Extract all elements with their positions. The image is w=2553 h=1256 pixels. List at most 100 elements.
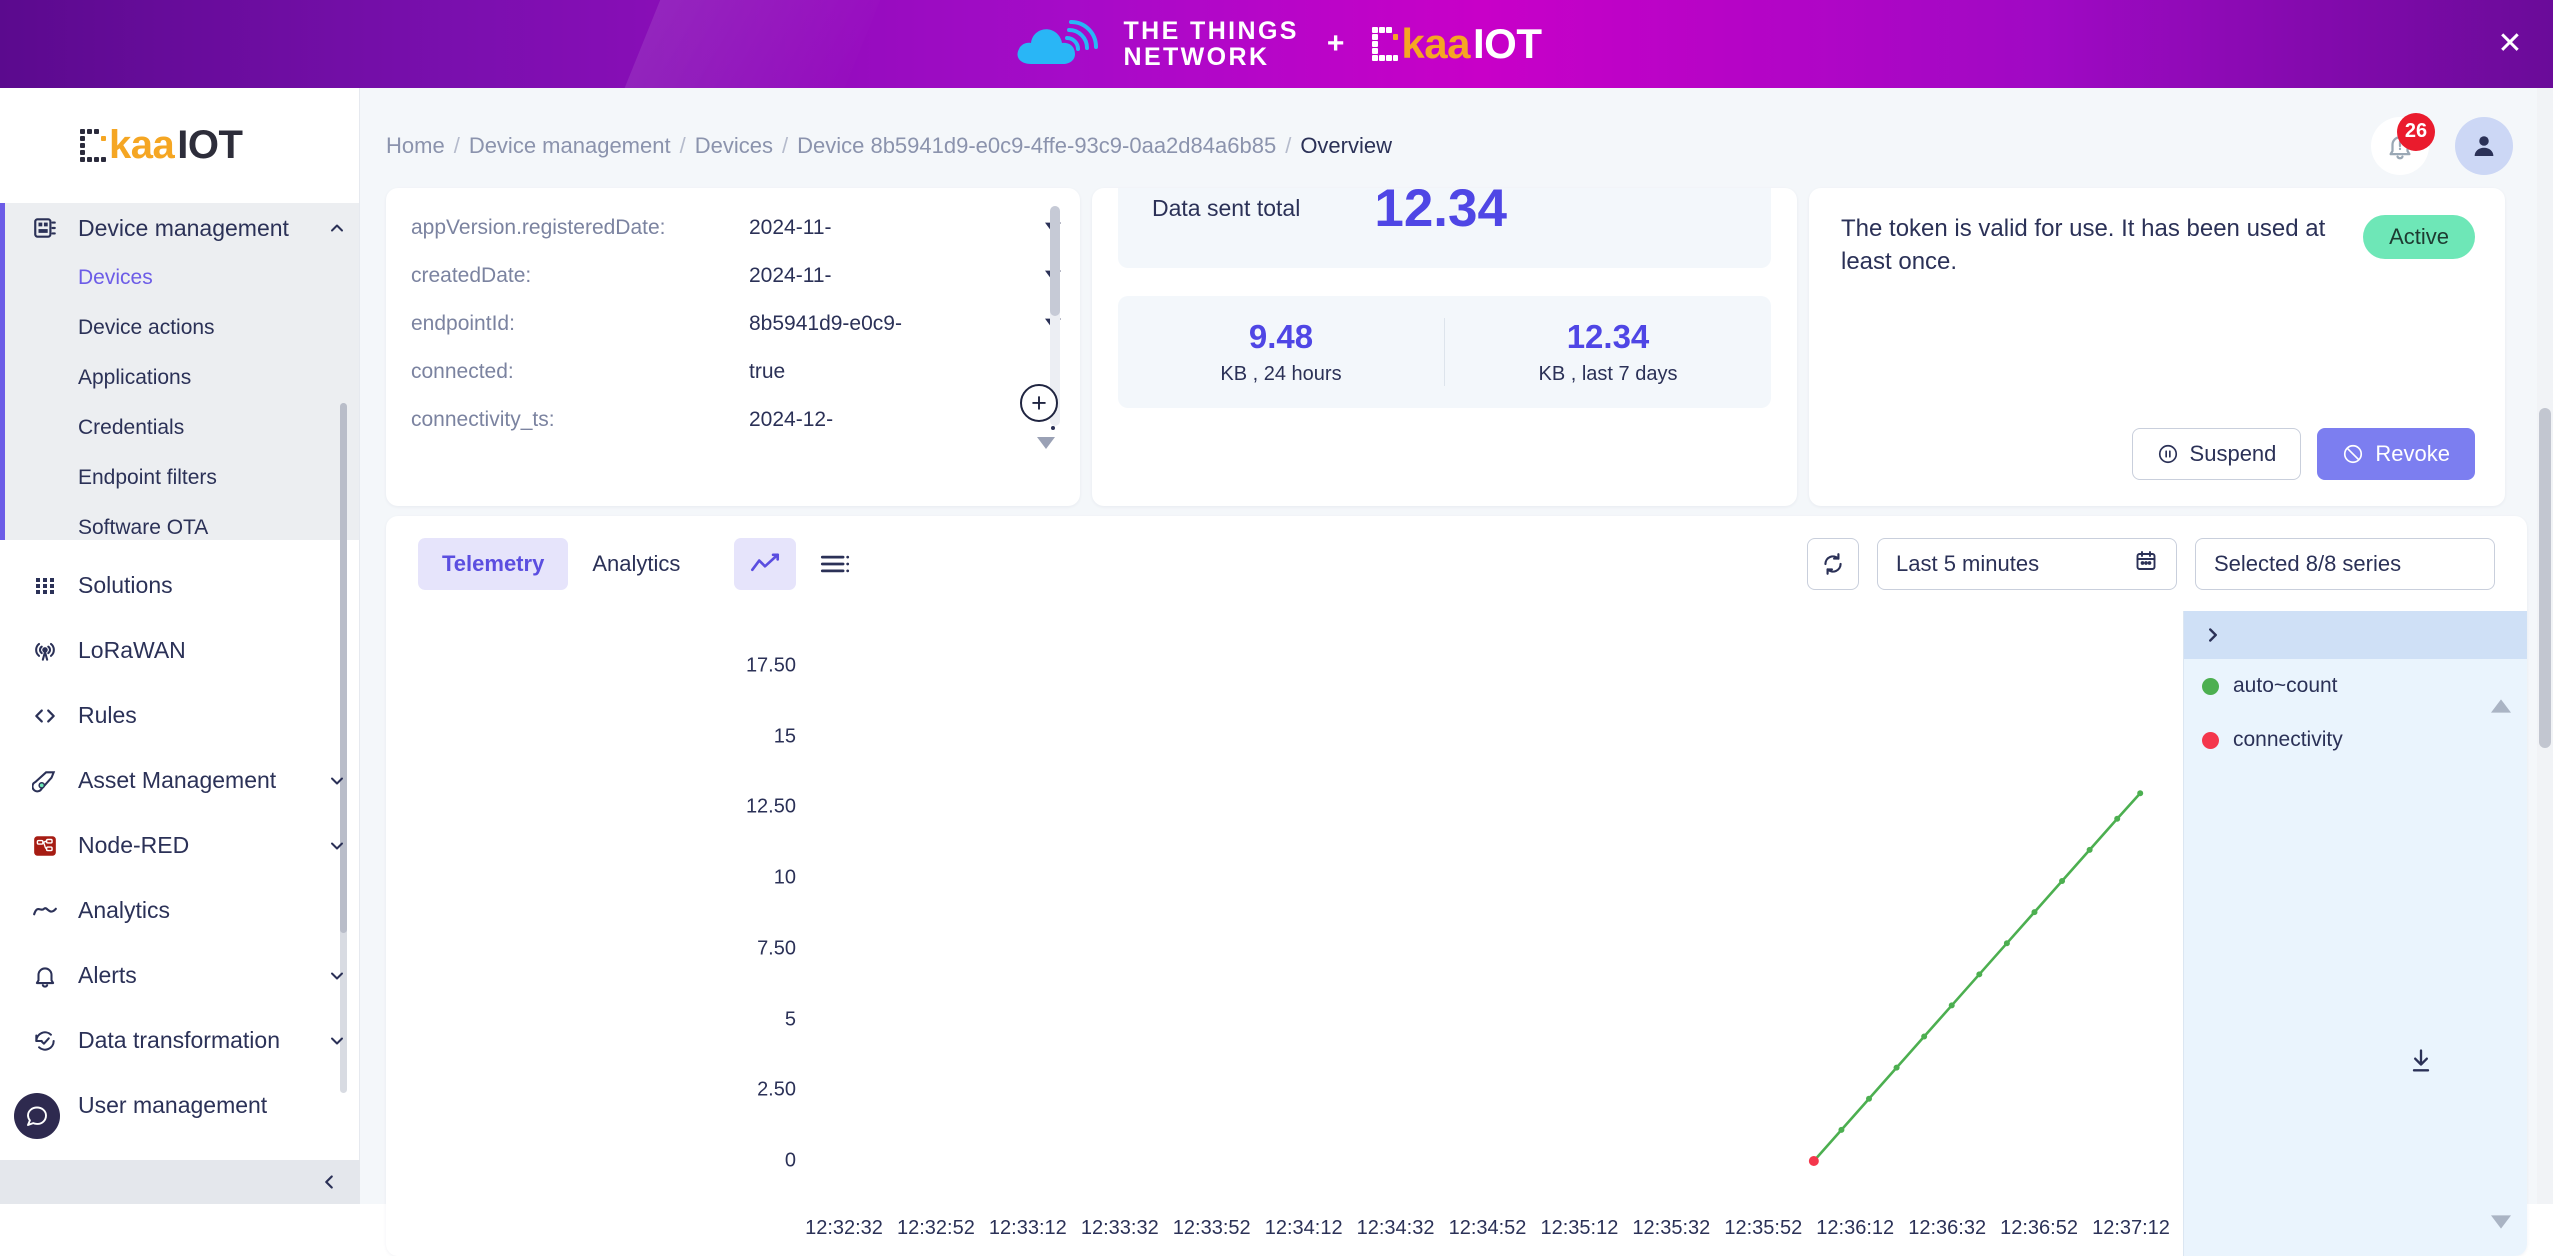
legend-item-auto-count[interactable]: auto~count (2184, 659, 2527, 713)
status-badge: Active (2363, 215, 2475, 259)
chart-data-point[interactable] (1976, 971, 1983, 978)
account-button[interactable] (2455, 116, 2513, 175)
sidebar-item-node-red[interactable]: Node-RED (0, 813, 359, 878)
sidebar-item-endpoint-filters[interactable]: Endpoint filters (0, 453, 359, 503)
caret-down-icon[interactable] (2491, 1215, 2511, 1234)
breadcrumb-device-management[interactable]: Device management (469, 133, 671, 159)
data-transform-icon (22, 1028, 68, 1054)
breadcrumb-device-id[interactable]: Device 8b5941d9-e0c9-4ffe-93c9-0aa2d84a6… (797, 133, 1276, 159)
chart-data-point[interactable] (1808, 1156, 1819, 1166)
breadcrumb-overview: Overview (1300, 132, 1392, 158)
chart-data-point[interactable] (1893, 1064, 1900, 1071)
chart-data-point[interactable] (2086, 846, 2093, 853)
chart-data-point[interactable] (1866, 1095, 1873, 1102)
page-scrollbar-thumb[interactable] (2539, 408, 2551, 748)
revoke-button[interactable]: Revoke (2317, 428, 2475, 480)
ttn-wordmark: THE THINGS NETWORK (1123, 18, 1298, 70)
sidebar-item-label: Data transformation (78, 1027, 280, 1053)
attribute-row[interactable]: createdDate: 2024-11- (386, 252, 1080, 300)
view-toggle-group (734, 537, 866, 590)
token-actions: Suspend Revoke (2131, 428, 2475, 480)
refresh-button[interactable] (1807, 537, 1859, 590)
chart-data-point[interactable] (1948, 1002, 1955, 1009)
caret-up-icon[interactable] (2491, 699, 2511, 718)
banner-iot-word: IOT (1473, 20, 1542, 67)
sidebar-item-lorawan[interactable]: LoRaWAN (0, 618, 359, 683)
data-stat-value: 12.34 (1566, 318, 1650, 355)
sidebar: kaa IOT Device management Devices Device… (0, 88, 360, 1204)
close-icon[interactable]: ✕ (2493, 27, 2527, 61)
sidebar-item-label: Device management (78, 214, 289, 241)
sidebar-subitem-label: Credentials (78, 416, 185, 439)
attribute-row[interactable]: connectivity_ts: 2024-12- (386, 396, 1080, 444)
attribute-row[interactable]: endpointId: 8b5941d9-e0c9- (386, 300, 1080, 348)
attribute-row[interactable]: connected: true (386, 348, 1080, 396)
chart-data-point[interactable] (2114, 815, 2121, 822)
plus-circle-icon[interactable]: + (1020, 384, 1058, 422)
breadcrumb-separator: / (781, 132, 789, 158)
chart-data-point[interactable] (2003, 940, 2010, 947)
grid-icon (22, 574, 68, 598)
breadcrumb-home[interactable]: Home (386, 133, 445, 159)
sidebar-item-rules[interactable]: Rules (0, 683, 359, 748)
chart-x-tick-label: 12:36:52 (2000, 1217, 2078, 1239)
sidebar-item-analytics[interactable]: Analytics (0, 878, 359, 943)
chart-data-point[interactable] (2059, 877, 2066, 884)
sidebar-item-software-ota[interactable]: Software OTA (0, 503, 359, 553)
breadcrumb-separator: / (679, 132, 686, 158)
attribute-key: connectivity_ts: (411, 408, 555, 431)
pause-circle-icon (2158, 444, 2177, 464)
notifications-button[interactable]: 26 (2371, 112, 2435, 175)
time-range-select[interactable]: Last 5 minutes (1877, 537, 2177, 590)
list-view-icon[interactable] (804, 538, 866, 590)
sidebar-item-credentials[interactable]: Credentials (0, 403, 359, 453)
sidebar-item-applications[interactable]: Applications (0, 353, 359, 403)
sidebar-item-device-actions[interactable]: Device actions (0, 303, 359, 353)
chart-data-point[interactable] (2031, 909, 2038, 916)
data-stat-value: 9.48 (1248, 318, 1314, 355)
token-card: The token is valid for use. It has been … (1809, 188, 2505, 506)
sidebar-item-data-transformation[interactable]: Data transformation (0, 1008, 359, 1073)
chart-x-tick-label: 12:32:32 (805, 1217, 883, 1239)
chart-data-point[interactable] (1838, 1126, 1845, 1133)
chart-x-tick-label: 12:36:32 (1908, 1217, 1987, 1239)
chevron-down-icon[interactable] (315, 966, 359, 986)
chevron-down-icon[interactable] (315, 771, 359, 791)
series-select[interactable]: Selected 8/8 series (2195, 537, 2495, 590)
caret-down-icon[interactable] (1037, 436, 1055, 454)
attribute-key: connected: (411, 360, 514, 383)
chart-data-point[interactable] (2137, 790, 2144, 797)
chart-y-tick-label: 10 (773, 866, 796, 889)
analytics-wave-icon (22, 898, 68, 924)
sidebar-item-solutions[interactable]: Solutions (0, 553, 359, 618)
tab-telemetry[interactable]: Telemetry (418, 537, 569, 590)
sidebar-logo[interactable]: kaa IOT (0, 88, 359, 203)
revoke-button-label: Revoke (2375, 441, 2450, 466)
chart-plot-area (806, 611, 2183, 1211)
line-chart-icon[interactable] (734, 537, 797, 590)
suspend-button[interactable]: Suspend (2131, 428, 2302, 480)
sidebar-item-device-management[interactable]: Device management (0, 203, 359, 253)
chevron-down-icon[interactable] (315, 836, 359, 856)
legend-expand-button[interactable] (2184, 611, 2527, 659)
tab-analytics[interactable]: Analytics (568, 538, 704, 590)
chevron-down-icon[interactable] (315, 1031, 359, 1051)
sidebar-item-asset-management[interactable]: Asset Management (0, 748, 359, 813)
legend-item-connectivity[interactable]: connectivity (2184, 713, 2527, 767)
attribute-value: 2024-12- (749, 408, 834, 431)
chevron-up-icon (315, 218, 359, 238)
chart-x-tick-label: 12:34:52 (1448, 1217, 1527, 1239)
banner-sheen (603, 0, 897, 88)
chart-data-point[interactable] (1921, 1033, 1928, 1040)
sidebar-item-devices[interactable]: Devices (0, 253, 359, 303)
page-scrollbar[interactable] (2537, 88, 2553, 1204)
kaa-bracket-icon (1372, 27, 1399, 61)
sidebar-collapse-button[interactable] (0, 1160, 360, 1204)
sidebar-item-label: User management (78, 1092, 268, 1118)
breadcrumb-devices[interactable]: Devices (695, 133, 773, 159)
chat-bubble-icon[interactable] (14, 1093, 60, 1139)
sidebar-item-alerts[interactable]: Alerts (0, 943, 359, 1008)
sidebar-nav: Device management Devices Device actions… (0, 203, 359, 1204)
download-icon[interactable] (2401, 1041, 2441, 1081)
attribute-row[interactable]: appVersion.registeredDate: 2024-11- (386, 204, 1080, 252)
